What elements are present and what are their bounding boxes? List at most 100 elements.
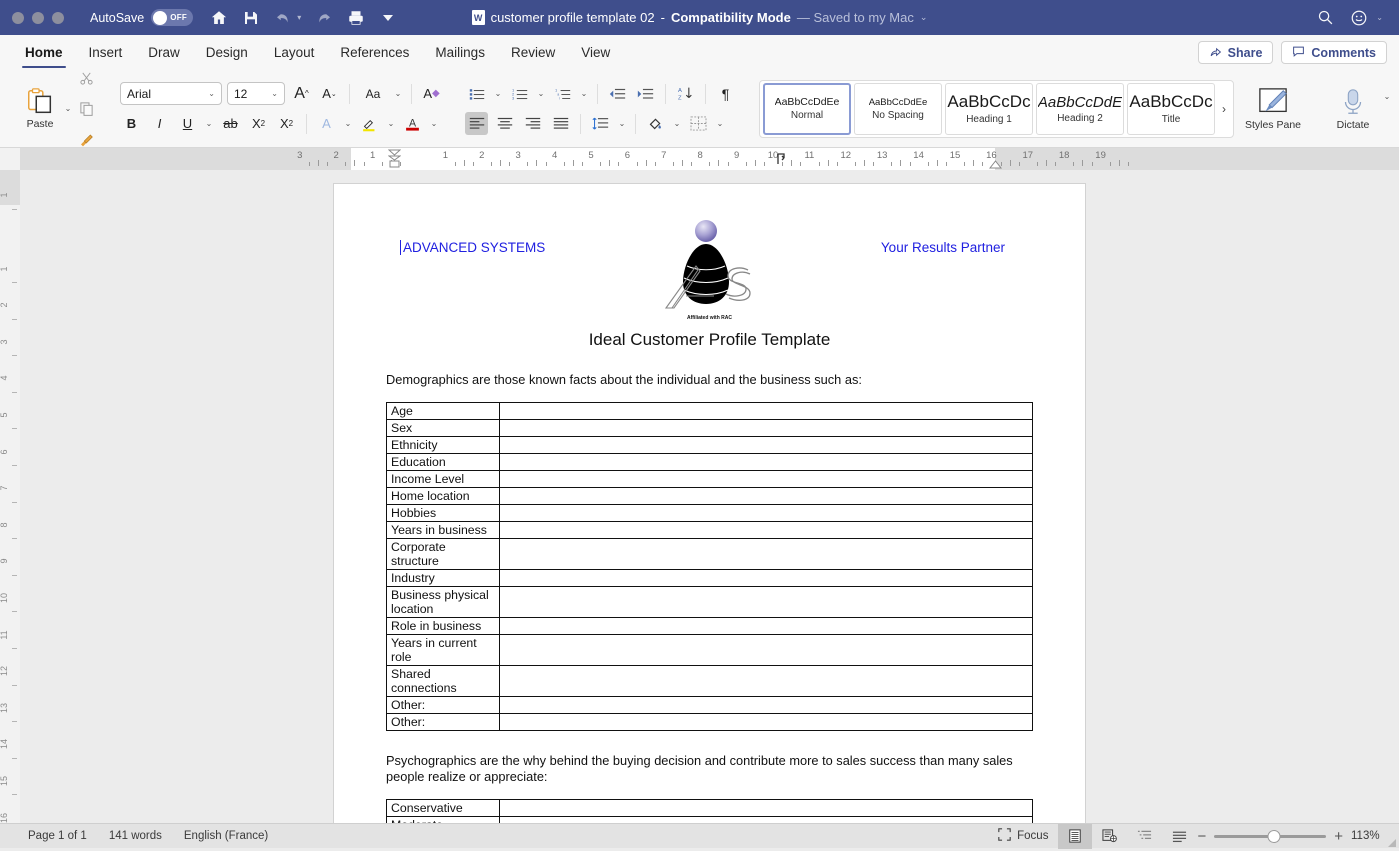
table-cell-label[interactable]: Home location	[387, 488, 500, 505]
tab-review[interactable]: Review	[498, 35, 568, 70]
smiley-dropdown-icon[interactable]: ⌄	[1376, 13, 1383, 22]
print-layout-view-button[interactable]	[1058, 824, 1092, 849]
close-window-button[interactable]	[12, 12, 24, 24]
window-controls[interactable]	[12, 12, 64, 24]
customize-toolbar-icon[interactable]	[378, 8, 397, 27]
zoom-out-button[interactable]: −	[1197, 828, 1206, 845]
document-name[interactable]: customer profile template 02	[491, 10, 655, 25]
bullet-dropdown-icon[interactable]: ⌄	[493, 89, 503, 98]
table-cell-label[interactable]: Years in current role	[387, 635, 500, 666]
styles-pane-button[interactable]: Styles Pane	[1244, 87, 1302, 131]
table-cell-label[interactable]: Moderate	[387, 817, 500, 824]
table-cell-value[interactable]	[500, 714, 1033, 731]
text-effects-icon[interactable]: A	[315, 112, 338, 135]
table-cell-value[interactable]	[500, 635, 1033, 666]
style-heading-2[interactable]: AaBbCcDdE Heading 2	[1036, 83, 1124, 135]
table-row[interactable]: Business physical location	[387, 587, 1033, 618]
zoom-slider[interactable]	[1214, 824, 1326, 849]
draft-view-button[interactable]	[1162, 824, 1197, 849]
tab-layout[interactable]: Layout	[261, 35, 328, 70]
window-resize-grip[interactable]	[1387, 838, 1397, 848]
titlebar-right-actions[interactable]: ⌄	[1316, 8, 1383, 27]
line-spacing-dropdown-icon[interactable]: ⌄	[617, 119, 627, 128]
table-row[interactable]: Other:	[387, 714, 1033, 731]
justify-icon[interactable]	[549, 112, 572, 135]
change-case-dropdown-icon[interactable]: ⌄	[393, 89, 403, 98]
table-cell-value[interactable]	[500, 800, 1033, 817]
underline-icon[interactable]: U	[176, 112, 199, 135]
right-indent-marker[interactable]	[989, 156, 1002, 170]
table-row[interactable]: Ethnicity	[387, 437, 1033, 454]
table-cell-label[interactable]: Income Level	[387, 471, 500, 488]
tab-stop-marker[interactable]	[777, 152, 786, 170]
borders-dropdown-icon[interactable]: ⌄	[715, 119, 725, 128]
superscript-icon[interactable]: X2	[275, 112, 298, 135]
grow-font-icon[interactable]: A^	[290, 82, 313, 105]
undo-dropdown-icon[interactable]: ▾	[297, 13, 301, 22]
autosave-toggle[interactable]: OFF	[151, 9, 193, 26]
bold-icon[interactable]: B	[120, 112, 143, 135]
autosave-control[interactable]: AutoSave OFF	[90, 9, 193, 26]
tab-insert[interactable]: Insert	[76, 35, 136, 70]
title-chevron-down-icon[interactable]: ⌄	[920, 12, 928, 23]
multilevel-dropdown-icon[interactable]: ⌄	[579, 89, 589, 98]
bullet-list-icon[interactable]	[465, 82, 488, 105]
shading-icon[interactable]	[644, 112, 667, 135]
table-cell-label[interactable]: Other:	[387, 697, 500, 714]
table-cell-label[interactable]: Other:	[387, 714, 500, 731]
table-cell-value[interactable]	[500, 539, 1033, 570]
table-cell-label[interactable]: Hobbies	[387, 505, 500, 522]
table-cell-value[interactable]	[500, 488, 1033, 505]
table-row[interactable]: Moderate	[387, 817, 1033, 824]
numbered-dropdown-icon[interactable]: ⌄	[536, 89, 546, 98]
highlight-color-icon[interactable]	[358, 112, 381, 135]
table-cell-value[interactable]	[500, 505, 1033, 522]
horizontal-ruler[interactable]: 32112345678910111213141516171819	[20, 148, 1399, 170]
decrease-indent-icon[interactable]	[606, 82, 629, 105]
table-row[interactable]: Years in business	[387, 522, 1033, 539]
indent-markers[interactable]	[388, 149, 401, 170]
tab-draw[interactable]: Draw	[135, 35, 193, 70]
align-right-icon[interactable]	[521, 112, 544, 135]
table-cell-value[interactable]	[500, 666, 1033, 697]
table-cell-label[interactable]: Ethnicity	[387, 437, 500, 454]
table-cell-label[interactable]: Business physical location	[387, 587, 500, 618]
dictate-button[interactable]: Dictate	[1324, 87, 1382, 131]
table-cell-value[interactable]	[500, 817, 1033, 824]
highlight-dropdown-icon[interactable]: ⌄	[386, 119, 396, 128]
page-info[interactable]: Page 1 of 1	[28, 830, 87, 842]
increase-indent-icon[interactable]	[634, 82, 657, 105]
table-row[interactable]: Corporate structure	[387, 539, 1033, 570]
table-row[interactable]: Other:	[387, 697, 1033, 714]
table-cell-value[interactable]	[500, 522, 1033, 539]
clear-formatting-icon[interactable]: A◆	[420, 82, 443, 105]
table-cell-value[interactable]	[500, 587, 1033, 618]
tab-references[interactable]: References	[327, 35, 422, 70]
psychographics-table[interactable]: Conservative Moderate Liberal	[386, 799, 1033, 823]
style-no-spacing[interactable]: AaBbCcDdEe No Spacing	[854, 83, 942, 135]
line-spacing-icon[interactable]	[589, 112, 612, 135]
table-row[interactable]: Sex	[387, 420, 1033, 437]
minimize-window-button[interactable]	[32, 12, 44, 24]
demographics-table[interactable]: Age Sex Ethnicity Education Income Level…	[386, 402, 1033, 731]
focus-button[interactable]: Focus	[988, 824, 1058, 849]
style-normal[interactable]: AaBbCcDdEe Normal	[763, 83, 851, 135]
web-layout-view-button[interactable]	[1092, 824, 1127, 849]
outline-view-button[interactable]	[1127, 824, 1162, 849]
strikethrough-icon[interactable]: ab	[219, 112, 242, 135]
table-row[interactable]: Shared connections	[387, 666, 1033, 697]
font-size-select[interactable]: 12 ⌄	[227, 82, 285, 105]
table-row[interactable]: Hobbies	[387, 505, 1033, 522]
table-cell-label[interactable]: Corporate structure	[387, 539, 500, 570]
zoom-in-button[interactable]: +	[1334, 828, 1343, 845]
home-icon[interactable]	[209, 8, 228, 27]
copy-icon[interactable]	[75, 97, 98, 120]
multilevel-list-icon[interactable]: 1ai	[551, 82, 574, 105]
italic-icon[interactable]: I	[148, 112, 171, 135]
font-color-dropdown-icon[interactable]: ⌄	[429, 119, 439, 128]
table-row[interactable]: Conservative	[387, 800, 1033, 817]
table-row[interactable]: Industry	[387, 570, 1033, 587]
quick-access-toolbar[interactable]: ▾	[209, 8, 397, 27]
table-row[interactable]: Role in business	[387, 618, 1033, 635]
align-center-icon[interactable]	[493, 112, 516, 135]
